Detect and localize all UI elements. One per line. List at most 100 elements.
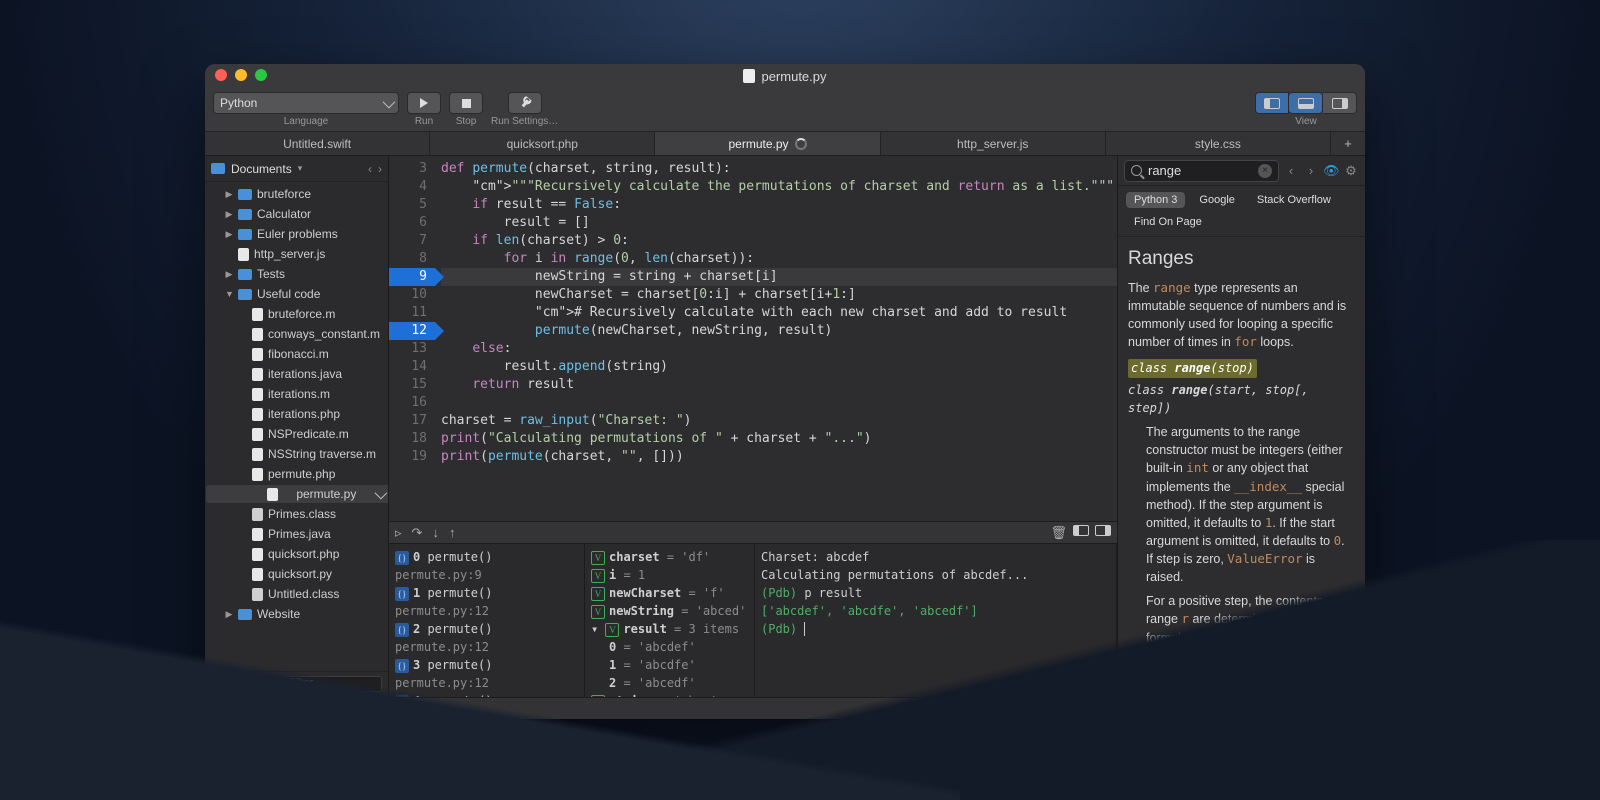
variable-row[interactable]: ▾ Vresult = 3 items xyxy=(591,620,748,638)
step-out-button[interactable]: ↑ xyxy=(449,525,456,540)
filter-input[interactable]: Filter xyxy=(284,676,382,692)
tree-file[interactable]: quicksort.py xyxy=(205,564,388,584)
close-window-button[interactable] xyxy=(215,69,227,81)
file-tree: ▶bruteforce▶Calculator▶Euler problemshtt… xyxy=(205,182,388,671)
tree-folder[interactable]: ▶bruteforce xyxy=(205,184,388,204)
tree-file[interactable]: http_server.js xyxy=(205,244,388,264)
scope-stackoverflow[interactable]: Stack Overflow xyxy=(1249,192,1339,208)
tree-folder[interactable]: ▶Tests xyxy=(205,264,388,284)
tree-file[interactable]: NSString traverse.m xyxy=(205,444,388,464)
tree-file[interactable]: Untitled.class xyxy=(205,584,388,604)
variable-row[interactable]: 2 = 'abcedf' xyxy=(591,674,748,692)
pdb-prompt: (Pdb) xyxy=(761,586,797,600)
view-segmented-control xyxy=(1255,92,1357,114)
tab[interactable]: quicksort.php xyxy=(430,132,655,155)
clear-console-button[interactable]: 🗑 xyxy=(1050,525,1067,541)
scope-python3[interactable]: Python 3 xyxy=(1126,192,1185,208)
tree-file[interactable]: NSPredicate.m xyxy=(205,424,388,444)
tree-folder[interactable]: ▼Useful code xyxy=(205,284,388,304)
stack-frame[interactable]: {}0 permute() permute.py:9 xyxy=(395,548,578,584)
step-over-button[interactable]: ↷ xyxy=(412,525,423,541)
variable-row[interactable]: VnewCharset = 'f' xyxy=(591,584,748,602)
stack-frame[interactable]: {}3 permute() permute.py:12 xyxy=(395,656,578,692)
tree-file[interactable]: iterations.java xyxy=(205,364,388,384)
search-highlight-toggle[interactable]: 👁 xyxy=(1323,163,1339,179)
tree-file[interactable]: Primes.java xyxy=(205,524,388,544)
new-tab-button[interactable]: + xyxy=(1331,132,1365,155)
variable-row[interactable]: 0 = 'abcdef' xyxy=(591,638,748,656)
run-settings-button[interactable] xyxy=(508,92,542,114)
doc-search-bar: range × ‹ › 👁 ⚙ xyxy=(1118,156,1365,186)
call-stack-panel[interactable]: {}0 permute() permute.py:9{}1 permute() … xyxy=(389,544,585,697)
tab[interactable]: http_server.js xyxy=(881,132,1106,155)
language-selector[interactable]: Python xyxy=(213,92,399,114)
step-into-button[interactable]: ↓ xyxy=(432,525,439,540)
zoom-window-button[interactable] xyxy=(255,69,267,81)
view-right-pane-button[interactable] xyxy=(1323,92,1357,114)
tree-file[interactable]: permute.py xyxy=(205,484,388,504)
tree-folder[interactable]: ▶Calculator xyxy=(205,204,388,224)
console-panel[interactable]: Charset: abcdef Calculating permutations… xyxy=(755,544,1117,697)
scope-google[interactable]: Google xyxy=(1191,192,1242,208)
variable-row[interactable]: Vcharset = 'df' xyxy=(591,548,748,566)
bottom-pane-icon xyxy=(1298,98,1314,109)
tab[interactable]: style.css xyxy=(1106,132,1331,155)
stack-frame[interactable]: {}4 permute() permute.py:12 xyxy=(395,692,578,697)
line-gutter[interactable]: 345678910111213141516171819 xyxy=(389,156,433,521)
tree-file[interactable]: bruteforce.m xyxy=(205,304,388,324)
debug-panels: {}0 permute() permute.py:9{}1 permute() … xyxy=(389,543,1117,697)
tree-file[interactable]: permute.php xyxy=(205,464,388,484)
stack-frame[interactable]: {}2 permute() permute.py:12 xyxy=(395,620,578,656)
tree-folder[interactable]: ▶Euler problems xyxy=(205,224,388,244)
doc-signature: class range(stop) xyxy=(1128,359,1257,378)
search-settings-button[interactable]: ⚙ xyxy=(1343,163,1359,179)
pdb-prompt: (Pdb) xyxy=(761,622,797,636)
stop-label: Stop xyxy=(456,116,477,127)
variable-row[interactable]: 1 = 'abcdfe' xyxy=(591,656,748,674)
debug-pane-right-icon[interactable] xyxy=(1095,525,1111,536)
tree-file[interactable]: conways_constant.m xyxy=(205,324,388,344)
doc-content[interactable]: Ranges The range type represents an immu… xyxy=(1118,237,1365,697)
search-prev-button[interactable]: ‹ xyxy=(1283,163,1299,179)
add-file-button[interactable]: ＋ xyxy=(211,676,223,693)
minimize-window-button[interactable] xyxy=(235,69,247,81)
tree-file[interactable]: Primes.class xyxy=(205,504,388,524)
code-editor[interactable]: 345678910111213141516171819 def permute(… xyxy=(389,156,1117,521)
tab[interactable]: Untitled.swift xyxy=(205,132,430,155)
variable-row[interactable]: Vi = 1 xyxy=(591,566,748,584)
new-folder-button[interactable]: ▢ xyxy=(231,676,242,693)
variables-panel[interactable]: Vcharset = 'df' Vi = 1 VnewCharset = 'f'… xyxy=(585,544,755,697)
status-cursor: Line 9, Column 44 xyxy=(1165,703,1274,715)
status-doc[interactable]: ▤ Ranges ⌄ xyxy=(1275,702,1365,715)
tree-file[interactable]: fibonacci.m xyxy=(205,344,388,364)
status-cpu: CPU 0% xyxy=(275,703,337,715)
stop-button[interactable] xyxy=(449,92,483,114)
debug-pane-left-icon[interactable] xyxy=(1073,525,1089,536)
search-next-button[interactable]: › xyxy=(1303,163,1319,179)
tab[interactable]: permute.py xyxy=(655,132,880,155)
path-bar[interactable]: Documents ▾ ‹ › xyxy=(205,156,388,182)
code-area[interactable]: def permute(charset, string, result): "c… xyxy=(433,156,1117,521)
filter-toggle[interactable]: ◑ xyxy=(268,676,275,693)
run-button[interactable] xyxy=(407,92,441,114)
doc-search-input[interactable]: range × xyxy=(1124,160,1279,182)
status-tabs[interactable]: Tabs: 4 ⌄ xyxy=(1093,702,1164,715)
clear-search-button[interactable]: × xyxy=(1258,164,1272,178)
tree-file[interactable]: iterations.m xyxy=(205,384,388,404)
tree-file[interactable]: iterations.php xyxy=(205,404,388,424)
view-left-pane-button[interactable] xyxy=(1255,92,1289,114)
variable-row[interactable]: Vstring = 'abce' xyxy=(591,692,748,697)
path-back-button[interactable]: ‹ xyxy=(368,162,372,176)
tree-folder[interactable]: ▶Website xyxy=(205,604,388,624)
console-line: ['abcdef', 'abcdfe', 'abcedf'] xyxy=(761,602,1110,620)
stack-frame[interactable]: {}1 permute() permute.py:12 xyxy=(395,584,578,620)
scope-find-on-page[interactable]: Find On Page xyxy=(1126,214,1210,230)
window-controls xyxy=(215,69,267,81)
status-symbol[interactable]: ƒ permute ⌄ xyxy=(1005,702,1093,715)
path-forward-button[interactable]: › xyxy=(378,162,382,176)
tree-file[interactable]: quicksort.php xyxy=(205,544,388,564)
view-bottom-pane-button[interactable] xyxy=(1289,92,1323,114)
variable-row[interactable]: VnewString = 'abced' xyxy=(591,602,748,620)
continue-button[interactable]: ▹ xyxy=(395,525,402,541)
reveal-button[interactable]: ⇥ xyxy=(250,676,260,693)
